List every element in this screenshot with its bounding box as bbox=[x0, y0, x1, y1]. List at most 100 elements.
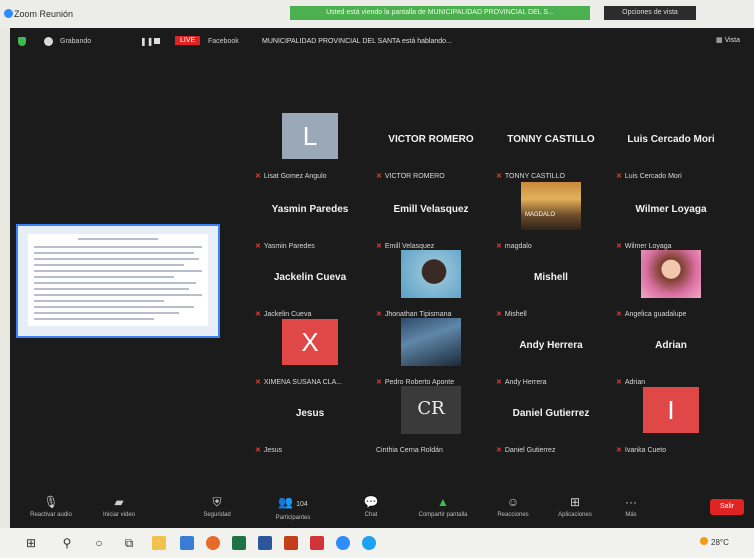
doc-line bbox=[34, 270, 202, 272]
participant-name: VICTOR ROMERO bbox=[384, 173, 445, 180]
participant-tile[interactable]: CR Cinthia Cerna Roldán bbox=[372, 384, 490, 456]
participant-tile[interactable]: Adrian ✕ Adrian bbox=[612, 316, 730, 388]
participant-tile[interactable]: Yasmin Paredes ✕ Yasmin Paredes bbox=[251, 180, 369, 252]
security-shield-icon[interactable] bbox=[18, 37, 26, 46]
zoom-logo-icon bbox=[4, 9, 13, 18]
share-screen-button[interactable]: ▲ Compartir pantalla bbox=[408, 494, 478, 518]
participant-tile[interactable]: L ✕ Lisat Gomez Angulo bbox=[251, 110, 369, 182]
participant-tile[interactable]: Mishell ✕ Mishell bbox=[492, 248, 610, 320]
pause-icon[interactable]: ❚❚ bbox=[140, 37, 153, 46]
doc-line bbox=[34, 258, 199, 260]
participant-display-name: VICTOR ROMERO bbox=[388, 134, 474, 145]
more-button[interactable]: ··· Más bbox=[596, 494, 666, 518]
mic-muted-icon: ✕ bbox=[255, 173, 261, 180]
participant-tile[interactable]: Emill Velasquez ✕ Emill Velasquez bbox=[372, 180, 490, 252]
participant-display-name: TONNY CASTILLO bbox=[507, 134, 595, 145]
excel-icon[interactable] bbox=[232, 536, 246, 550]
participant-name-label: Cinthia Cerna Roldán bbox=[376, 447, 443, 454]
doc-line bbox=[34, 276, 174, 278]
windows-start-icon[interactable]: ⊞ bbox=[24, 536, 38, 550]
participant-tile[interactable]: Daniel Gutierrez ✕ Daniel Gutierrez bbox=[492, 384, 610, 456]
participant-name-label: ✕ Luis Cercado Mori bbox=[616, 172, 682, 180]
camera-off-icon: ▰ bbox=[114, 495, 124, 509]
more-icon: ··· bbox=[625, 495, 637, 509]
doc-line bbox=[34, 318, 154, 320]
firefox-icon[interactable] bbox=[206, 536, 220, 550]
participant-tile[interactable]: Jesus ✕ Jesus bbox=[251, 384, 369, 456]
zoom-taskbar-icon[interactable] bbox=[180, 536, 194, 550]
file-explorer-icon[interactable] bbox=[152, 536, 166, 550]
leave-button[interactable]: Salir bbox=[710, 499, 744, 515]
participant-video-photo bbox=[401, 250, 461, 298]
participant-display-name: Emill Velasquez bbox=[393, 204, 469, 215]
participant-video-photo: MAGDALO bbox=[521, 182, 581, 230]
doc-line bbox=[34, 252, 194, 254]
start-video-button[interactable]: ▰ Iniciar video bbox=[84, 494, 154, 518]
participant-tile[interactable]: Luis Cercado Mori ✕ Luis Cercado Mori bbox=[612, 110, 730, 182]
avatar: X bbox=[282, 319, 338, 365]
sun-icon bbox=[700, 537, 708, 545]
participant-tile[interactable]: X ✕ XIMENA SUSANA CLA... bbox=[251, 316, 369, 388]
participant-display-name: Jesus bbox=[295, 408, 325, 419]
doc-line bbox=[78, 238, 158, 240]
participants-button[interactable]: 👥 104 Participantes bbox=[258, 494, 328, 521]
acrobat-icon[interactable] bbox=[310, 536, 324, 550]
participant-display-name: Wilmer Loyaga bbox=[635, 204, 707, 215]
participant-name: Lisat Gomez Angulo bbox=[263, 173, 327, 180]
participant-tile[interactable]: MAGDALO ✕ magdalo bbox=[492, 180, 610, 252]
weather-widget[interactable]: 28°C bbox=[700, 537, 729, 547]
participant-name: Ivanka Cueto bbox=[624, 447, 667, 454]
screen-share-banner: Usted está viendo la pantalla de MUNICIP… bbox=[290, 6, 590, 20]
chat-button[interactable]: 💬 Chat bbox=[336, 494, 406, 518]
recording-label: Grabando bbox=[60, 38, 92, 45]
view-options-button[interactable]: Opciones de vista bbox=[604, 6, 696, 20]
mic-muted-icon: ✕ bbox=[616, 173, 622, 180]
participant-tile[interactable]: ✕ Jhonathan Tipismana bbox=[372, 248, 490, 320]
participant-display-name: Daniel Gutierrez bbox=[512, 408, 590, 419]
powerpoint-icon[interactable] bbox=[284, 536, 298, 550]
unmute-button[interactable]: 🎙 Reactivar audio bbox=[16, 494, 86, 518]
edge-icon[interactable] bbox=[362, 536, 376, 550]
participant-display-name: Jackelin Cueva bbox=[273, 272, 347, 283]
view-button[interactable]: ▦ Vista bbox=[716, 36, 740, 44]
microphone-muted-icon: 🎙 bbox=[43, 495, 59, 509]
meeting-topbar: Grabando ❚❚ LIVE Facebook MUNICIPALIDAD … bbox=[10, 28, 754, 54]
search-icon[interactable]: ⚲ bbox=[60, 536, 74, 550]
reactions-button[interactable]: ☺ Reacciones bbox=[478, 494, 548, 518]
participant-tile[interactable]: Jackelin Cueva ✕ Jackelin Cueva bbox=[251, 248, 369, 320]
temperature: 28°C bbox=[711, 538, 729, 547]
mic-muted-icon: ✕ bbox=[496, 447, 502, 454]
view-button-label: Vista bbox=[724, 37, 740, 44]
participant-tile[interactable]: I ✕ Ivanka Cueto bbox=[612, 384, 730, 456]
participant-tile[interactable]: Wilmer Loyaga ✕ Wilmer Loyaga bbox=[612, 180, 730, 252]
active-speaker-text: MUNICIPALIDAD PROVINCIAL DEL SANTA está … bbox=[262, 38, 452, 45]
participant-display-name: Andy Herrera bbox=[519, 340, 583, 351]
participant-display-name: Adrian bbox=[655, 340, 687, 351]
meeting-toolbar: 🎙 Reactivar audio ▰ Iniciar video ⛨ Segu… bbox=[10, 490, 754, 528]
participant-name: Luis Cercado Mori bbox=[624, 173, 682, 180]
participant-tile[interactable]: ✕ Pedro Roberto Aponte bbox=[372, 316, 490, 388]
tool-label: Más bbox=[625, 512, 637, 518]
live-badge[interactable]: LIVE bbox=[175, 36, 201, 45]
participant-tile[interactable]: Andy Herrera ✕ Andy Herrera bbox=[492, 316, 610, 388]
participant-display-name: Yasmin Paredes bbox=[271, 204, 349, 215]
security-button[interactable]: ⛨ Seguridad bbox=[182, 494, 252, 518]
stop-icon[interactable] bbox=[154, 38, 160, 44]
doc-line bbox=[34, 282, 196, 284]
participant-tile[interactable]: ✕ Angelica guadalupe bbox=[612, 248, 730, 320]
shared-screen-thumbnail[interactable] bbox=[16, 224, 220, 338]
task-view-icon[interactable]: ⧉ bbox=[122, 536, 136, 550]
doc-line bbox=[34, 294, 202, 296]
chat-icon: 💬 bbox=[363, 495, 379, 509]
reactions-icon: ☺ bbox=[506, 495, 520, 509]
participant-tile[interactable]: TONNY CASTILLO ✕ TONNY CASTILLO bbox=[492, 110, 610, 182]
windows-taskbar: ⊞ ⚲ ○ ⧉ 28°C bbox=[0, 528, 754, 558]
tool-label: Reactivar audio bbox=[30, 512, 72, 518]
zoom-app-icon[interactable] bbox=[336, 536, 350, 550]
cinthia-logo: CR bbox=[417, 398, 445, 419]
participant-count: 104 bbox=[296, 501, 308, 508]
word-icon[interactable] bbox=[258, 536, 272, 550]
cortana-icon[interactable]: ○ bbox=[92, 536, 106, 550]
participant-tile[interactable]: VICTOR ROMERO ✕ VICTOR ROMERO bbox=[372, 110, 490, 182]
tool-label: Reacciones bbox=[497, 512, 529, 518]
